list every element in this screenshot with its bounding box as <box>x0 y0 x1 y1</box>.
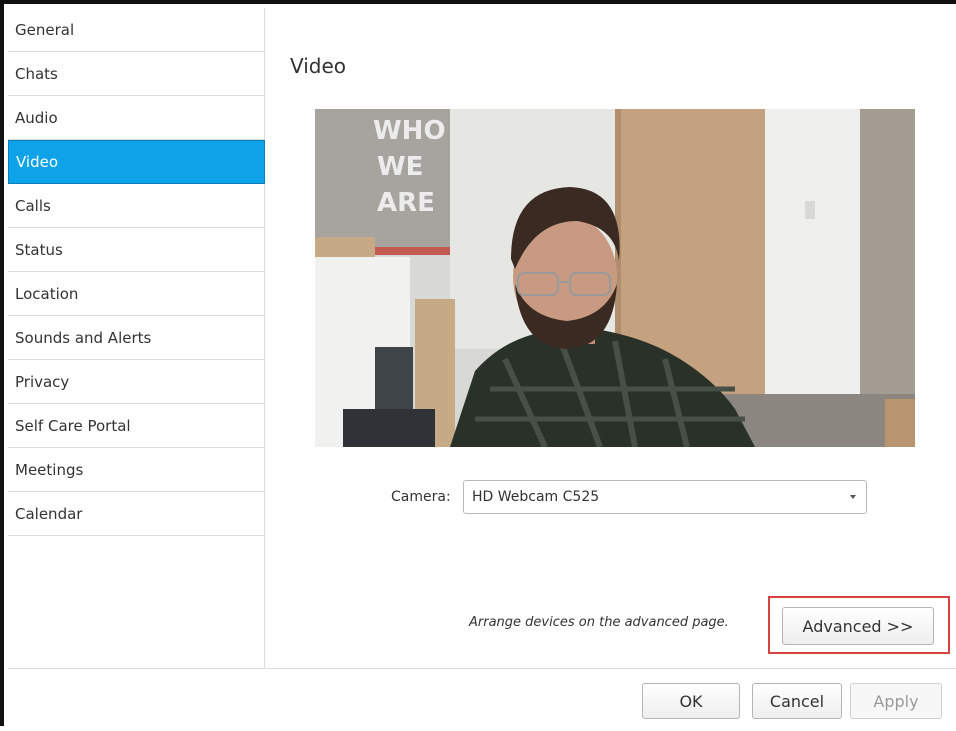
sidebar-item-self-care-portal[interactable]: Self Care Portal <box>8 404 264 448</box>
camera-select[interactable]: HD Webcam C525 <box>463 480 867 514</box>
page-title: Video <box>290 54 347 78</box>
sidebar-item-chats[interactable]: Chats <box>8 52 264 96</box>
apply-button[interactable]: Apply <box>850 683 942 719</box>
ok-button[interactable]: OK <box>642 683 740 719</box>
camera-select-value: HD Webcam C525 <box>472 489 600 505</box>
sidebar-item-sounds-and-alerts[interactable]: Sounds and Alerts <box>8 316 264 360</box>
video-settings-panel: Video WHO WE ARE Camera: HD Webcam C525 … <box>265 8 956 668</box>
chevron-down-icon <box>850 495 856 499</box>
sidebar-item-audio[interactable]: Audio <box>8 96 264 140</box>
camera-label: Camera: <box>391 489 451 505</box>
settings-sidebar: General Chats Audio Video Calls Status L… <box>8 8 265 668</box>
sidebar-item-status[interactable]: Status <box>8 228 264 272</box>
advanced-button[interactable]: Advanced >> <box>782 607 934 645</box>
advanced-hint: Arrange devices on the advanced page. <box>469 615 729 630</box>
poster-text-1: WHO <box>373 116 446 146</box>
sidebar-item-general[interactable]: General <box>8 8 264 52</box>
poster-text-3: ARE <box>377 188 435 218</box>
camera-preview: WHO WE ARE <box>315 109 915 447</box>
sidebar-item-meetings[interactable]: Meetings <box>8 448 264 492</box>
poster-text-2: WE <box>377 152 423 182</box>
sidebar-item-calls[interactable]: Calls <box>8 184 264 228</box>
settings-window: General Chats Audio Video Calls Status L… <box>0 0 956 731</box>
sidebar-item-calendar[interactable]: Calendar <box>8 492 264 536</box>
sidebar-item-location[interactable]: Location <box>8 272 264 316</box>
sidebar-item-privacy[interactable]: Privacy <box>8 360 264 404</box>
dialog-footer: OK Cancel Apply <box>8 668 956 731</box>
camera-preview-image: WHO WE ARE <box>315 109 915 447</box>
cancel-button[interactable]: Cancel <box>752 683 842 719</box>
sidebar-item-video[interactable]: Video <box>8 140 265 184</box>
